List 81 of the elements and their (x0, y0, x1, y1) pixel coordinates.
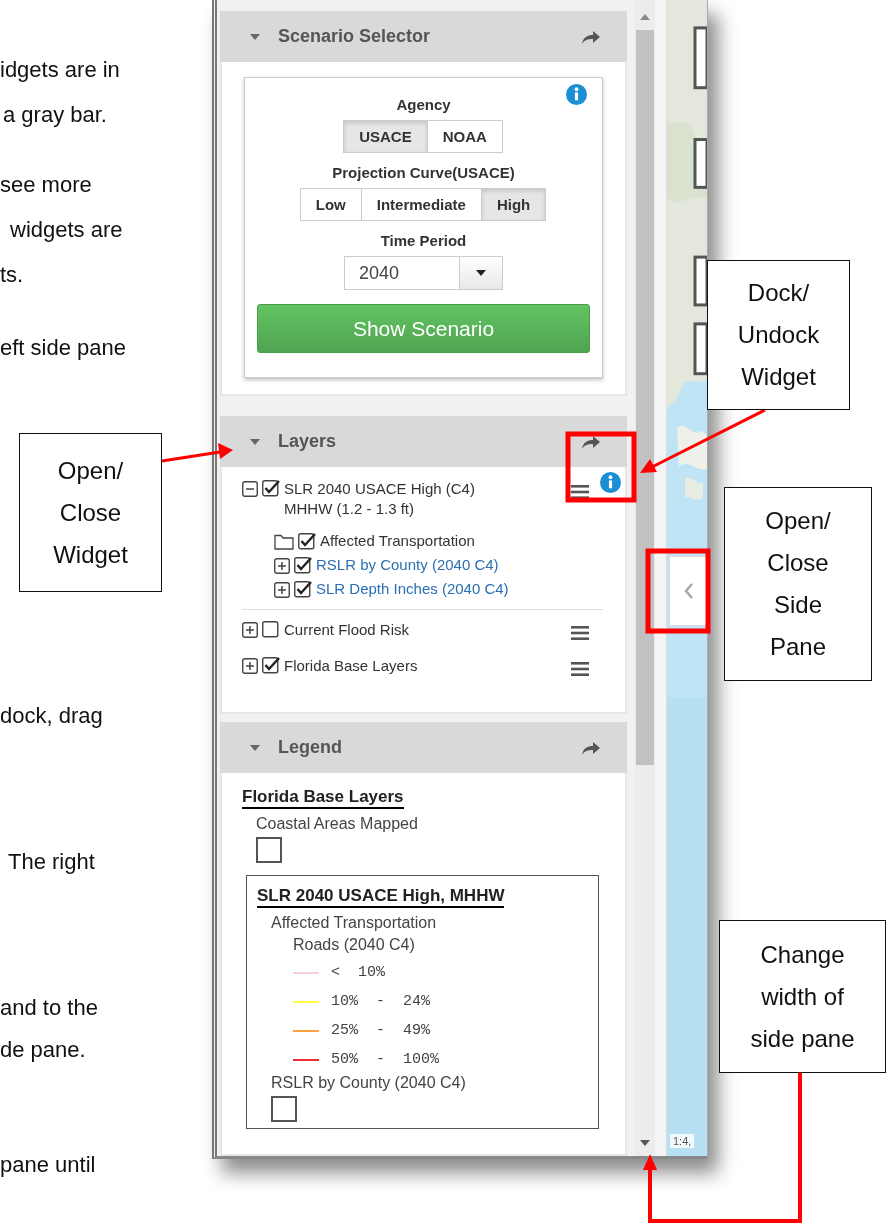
agency-label: Agency (396, 96, 451, 113)
curve-label: Projection Curve(USACE) (332, 164, 515, 181)
expand-toggle-icon[interactable] (242, 658, 258, 674)
collapse-pane-button[interactable] (669, 556, 707, 626)
legend-label: Coastal Areas Mapped (255, 815, 419, 833)
time-period-dropdown[interactable]: 2040 (344, 256, 503, 290)
document-text: see more (0, 171, 92, 199)
layer-name: Current Flood Risk (284, 620, 411, 640)
legend-range: 10% - 24% (331, 993, 431, 1010)
document-text: widgets are (10, 216, 123, 244)
widget-header[interactable]: Scenario Selector (220, 11, 627, 62)
checkbox[interactable] (298, 532, 316, 550)
document-text: eft side pane (0, 334, 126, 362)
widget-header[interactable]: Layers (220, 416, 627, 467)
scrollbar[interactable] (635, 0, 655, 1156)
checkbox[interactable] (294, 556, 312, 574)
document-text: de pane. (0, 1036, 86, 1064)
highlight-frame (565, 431, 637, 503)
collapse-arrow-icon[interactable] (250, 438, 260, 445)
time-period-label: Time Period (380, 232, 467, 249)
callout-arrow (161, 443, 233, 463)
resize-handle[interactable] (655, 0, 667, 1156)
callout-box: Open/ Close Side Pane (724, 487, 872, 681)
menu-icon[interactable] (571, 485, 589, 499)
legend-heading: Florida Base Layers (242, 787, 404, 809)
expand-toggle-icon[interactable] (274, 582, 290, 598)
curve-option[interactable]: Low (299, 188, 362, 221)
document-text: idgets are in (0, 56, 120, 84)
legend-swatch (271, 1096, 297, 1122)
collapse-arrow-icon[interactable] (250, 33, 260, 40)
caret-icon (476, 270, 486, 276)
legend-swatch (256, 837, 282, 863)
legend-label: Roads (2040 C4) (292, 936, 416, 954)
checkbox[interactable] (262, 656, 280, 674)
document-text: ts. (0, 261, 24, 289)
agency-option[interactable]: NOAA (426, 120, 503, 153)
menu-icon[interactable] (571, 662, 589, 676)
widget-header[interactable]: Legend (220, 722, 627, 773)
info-icon[interactable] (600, 472, 621, 493)
layer-link[interactable]: RSLR by County (2040 C4) (316, 555, 499, 575)
widget-title: Layers (278, 431, 338, 452)
expand-toggle-icon[interactable] (274, 558, 290, 574)
scroll-thumb[interactable] (636, 30, 654, 765)
legend-range: 50% - 100% (331, 1051, 440, 1068)
document-text: a gray bar. (3, 101, 107, 129)
menu-icon[interactable] (571, 626, 589, 640)
curve-option[interactable]: Intermediate (360, 188, 482, 221)
legend-range: 25% - 49% (331, 1022, 431, 1039)
scroll-up-icon[interactable] (640, 14, 650, 20)
legend-range: < 10% (331, 964, 385, 981)
layer-name: SLR 2040 USACE High (C4) MHHW (1.2 - 1.3 ft) (284, 479, 476, 519)
layer-name: Affected Transportation (320, 531, 475, 551)
map-scale: 1:4, (670, 1134, 695, 1148)
expand-toggle-icon[interactable] (242, 622, 258, 638)
agency-option[interactable]: USACE (343, 120, 428, 153)
widget-title: Scenario Selector (278, 26, 432, 47)
dock-arrow-icon[interactable] (581, 28, 601, 45)
document-text: dock, drag (0, 702, 103, 730)
scroll-down-icon[interactable] (640, 1140, 650, 1146)
layer-link[interactable]: SLR Depth Inches (2040 C4) (316, 579, 509, 599)
checkbox[interactable] (262, 620, 280, 638)
callout-box: Change width of side pane (719, 920, 886, 1073)
legend-heading: SLR 2040 USACE High, MHHW (257, 886, 505, 908)
document-text: pane until (0, 1151, 96, 1179)
widget-title: Legend (278, 737, 343, 758)
legend-label: Affected Transportation (270, 914, 438, 932)
legend-label: RSLR by County (2040 C4) (270, 1074, 467, 1092)
curve-option[interactable]: High (480, 188, 547, 221)
dock-arrow-icon[interactable] (581, 739, 601, 756)
expand-toggle-icon[interactable] (242, 481, 258, 497)
document-text: The right (8, 848, 95, 876)
document-text: and to the (0, 994, 98, 1022)
layer-name: Florida Base Layers (284, 656, 419, 676)
checkbox[interactable] (294, 580, 312, 598)
callout-box: Open/ Close Widget (19, 433, 162, 592)
folder-icon (274, 534, 294, 550)
chevron-left-icon (684, 582, 694, 600)
checkbox[interactable] (262, 479, 280, 497)
callout-box: Dock/ Undock Widget (707, 260, 850, 410)
info-icon[interactable] (566, 84, 587, 105)
collapse-arrow-icon[interactable] (250, 744, 260, 751)
